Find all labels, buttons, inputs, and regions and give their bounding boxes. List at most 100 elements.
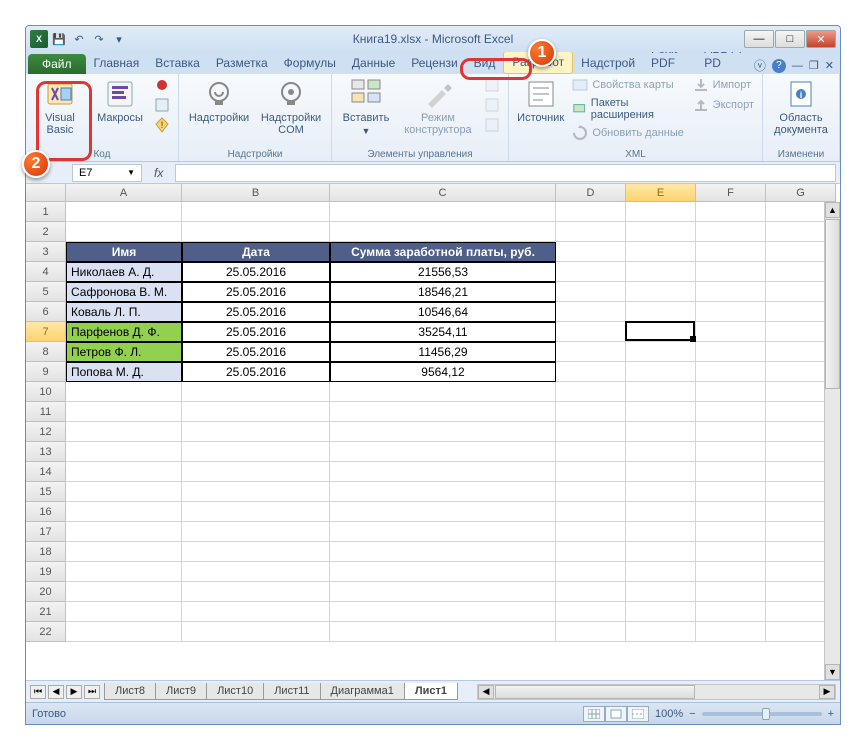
cell-D22[interactable]: [556, 622, 626, 642]
zoom-in-button[interactable]: +: [828, 708, 834, 720]
cell-D15[interactable]: [556, 482, 626, 502]
macros-button[interactable]: Макросы: [92, 76, 148, 126]
wb-close[interactable]: ✕: [825, 59, 834, 72]
cell-D7[interactable]: [556, 322, 626, 342]
cell-A2[interactable]: [66, 222, 182, 242]
ribbon-min-icon[interactable]: ⓥ: [754, 57, 766, 74]
tab-home[interactable]: Главная: [86, 53, 148, 74]
vertical-scrollbar[interactable]: ▲ ▼: [824, 202, 840, 680]
cell-C4[interactable]: 21556,53: [330, 262, 556, 282]
sheet-tab-Диаграмма1[interactable]: Диаграмма1: [320, 683, 405, 700]
expansion-packs-button[interactable]: Пакеты расширения: [570, 96, 686, 122]
qa-customize[interactable]: ▾: [110, 30, 128, 48]
row-header-13[interactable]: 13: [26, 442, 66, 462]
sheet-tab-Лист9[interactable]: Лист9: [155, 683, 207, 700]
run-dialog-button[interactable]: [482, 116, 502, 134]
cell-A12[interactable]: [66, 422, 182, 442]
cell-C22[interactable]: [330, 622, 556, 642]
cell-A20[interactable]: [66, 582, 182, 602]
cell-B19[interactable]: [182, 562, 330, 582]
scroll-right-button[interactable]: ▶: [819, 685, 835, 699]
tab-data[interactable]: Данные: [344, 53, 403, 74]
cell-E8[interactable]: [626, 342, 696, 362]
view-layout-button[interactable]: [605, 706, 627, 722]
cell-D18[interactable]: [556, 542, 626, 562]
com-addins-button[interactable]: Надстройки COM: [257, 76, 325, 138]
cell-F5[interactable]: [696, 282, 766, 302]
cell-F6[interactable]: [696, 302, 766, 322]
cell-E3[interactable]: [626, 242, 696, 262]
cell-C21[interactable]: [330, 602, 556, 622]
cell-D2[interactable]: [556, 222, 626, 242]
row-header-1[interactable]: 1: [26, 202, 66, 222]
cell-E9[interactable]: [626, 362, 696, 382]
cell-D21[interactable]: [556, 602, 626, 622]
cell-B4[interactable]: 25.05.2016: [182, 262, 330, 282]
minimize-button[interactable]: —: [744, 30, 774, 48]
cell-D19[interactable]: [556, 562, 626, 582]
cell-A13[interactable]: [66, 442, 182, 462]
cell-A22[interactable]: [66, 622, 182, 642]
cell-D8[interactable]: [556, 342, 626, 362]
horizontal-scrollbar[interactable]: ◀ ▶: [477, 684, 836, 700]
cell-D20[interactable]: [556, 582, 626, 602]
cell-D9[interactable]: [556, 362, 626, 382]
cell-F22[interactable]: [696, 622, 766, 642]
cell-A10[interactable]: [66, 382, 182, 402]
insert-controls-button[interactable]: Вставить ▼: [338, 76, 394, 138]
cell-A21[interactable]: [66, 602, 182, 622]
cell-E17[interactable]: [626, 522, 696, 542]
cell-A3[interactable]: Имя: [66, 242, 182, 262]
cell-E2[interactable]: [626, 222, 696, 242]
design-mode-button[interactable]: Режим конструктора: [398, 76, 478, 138]
tab-view[interactable]: Вид: [466, 53, 504, 74]
cell-B17[interactable]: [182, 522, 330, 542]
cell-B3[interactable]: Дата: [182, 242, 330, 262]
select-all-corner[interactable]: [26, 184, 66, 202]
tab-addins[interactable]: Надстрой: [573, 53, 643, 74]
macro-security-button[interactable]: !: [152, 116, 172, 134]
cell-D4[interactable]: [556, 262, 626, 282]
zoom-out-button[interactable]: −: [689, 708, 695, 720]
map-properties-button[interactable]: Свойства карты: [570, 76, 686, 94]
cell-A17[interactable]: [66, 522, 182, 542]
name-box[interactable]: E7 ▼: [72, 164, 142, 182]
cell-B14[interactable]: [182, 462, 330, 482]
cell-C19[interactable]: [330, 562, 556, 582]
cell-C14[interactable]: [330, 462, 556, 482]
cell-A5[interactable]: Сафронова В. М.: [66, 282, 182, 302]
fx-label[interactable]: fx: [154, 166, 163, 180]
cell-E19[interactable]: [626, 562, 696, 582]
row-header-15[interactable]: 15: [26, 482, 66, 502]
cell-F16[interactable]: [696, 502, 766, 522]
cell-A11[interactable]: [66, 402, 182, 422]
help-button[interactable]: ?: [772, 59, 786, 73]
cell-F14[interactable]: [696, 462, 766, 482]
cell-C8[interactable]: 11456,29: [330, 342, 556, 362]
cell-F4[interactable]: [696, 262, 766, 282]
column-header-E[interactable]: E: [626, 184, 696, 202]
cell-B12[interactable]: [182, 422, 330, 442]
row-header-6[interactable]: 6: [26, 302, 66, 322]
cell-C17[interactable]: [330, 522, 556, 542]
cell-A4[interactable]: Николаев А. Д.: [66, 262, 182, 282]
undo-button[interactable]: ↶: [70, 30, 88, 48]
cell-F7[interactable]: [696, 322, 766, 342]
redo-button[interactable]: ↷: [90, 30, 108, 48]
cell-E20[interactable]: [626, 582, 696, 602]
cell-F15[interactable]: [696, 482, 766, 502]
column-header-F[interactable]: F: [696, 184, 766, 202]
wb-restore[interactable]: ❐: [809, 59, 819, 72]
cell-D1[interactable]: [556, 202, 626, 222]
row-header-10[interactable]: 10: [26, 382, 66, 402]
cell-E16[interactable]: [626, 502, 696, 522]
row-header-4[interactable]: 4: [26, 262, 66, 282]
row-header-16[interactable]: 16: [26, 502, 66, 522]
cell-C11[interactable]: [330, 402, 556, 422]
cell-F10[interactable]: [696, 382, 766, 402]
import-button[interactable]: Импорт: [691, 76, 756, 94]
cell-B16[interactable]: [182, 502, 330, 522]
cell-B22[interactable]: [182, 622, 330, 642]
sheet-nav-prev[interactable]: ◀: [48, 685, 64, 699]
cell-C9[interactable]: 9564,12: [330, 362, 556, 382]
